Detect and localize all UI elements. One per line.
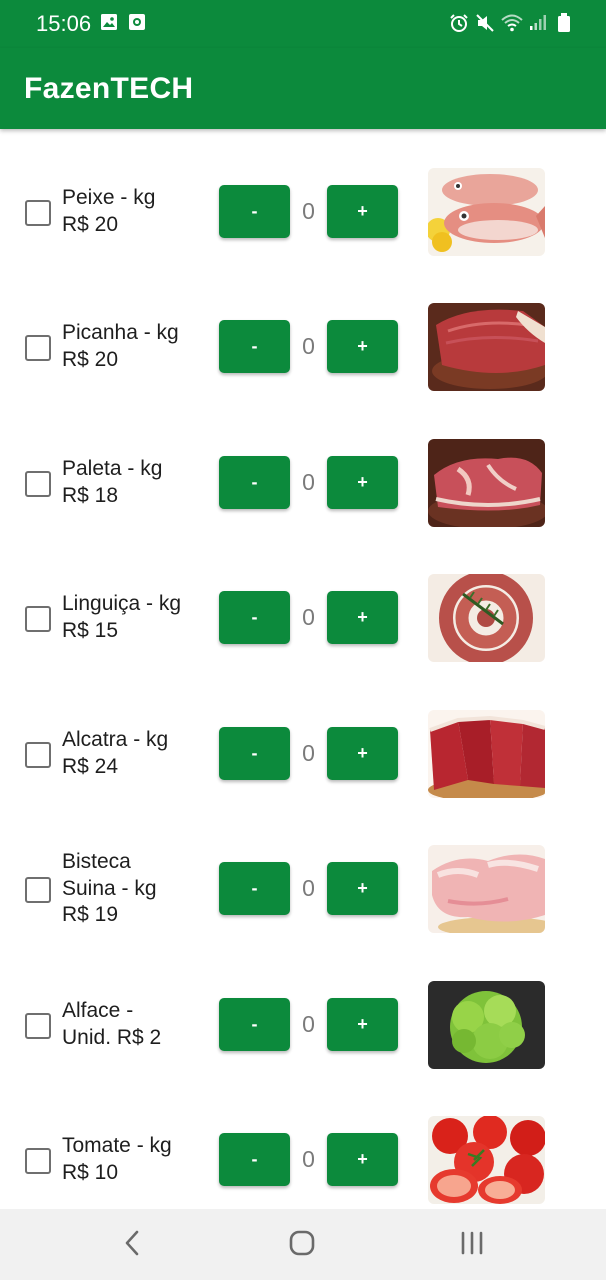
product-name: Picanha - kg R$ 20 [62,321,179,371]
increase-button[interactable]: + [327,727,398,780]
product-checkbox[interactable] [25,200,51,226]
product-name: Bisteca Suina - kg R$ 19 [62,850,157,926]
quantity-value: 0 [302,740,315,766]
navigation-bar [0,1209,606,1280]
product-row: Picanha - kg R$ 20 - 0 + [0,282,606,417]
mute-icon [475,13,495,38]
product-name: Tomate - kg R$ 10 [62,1134,172,1184]
image-icon [100,13,118,36]
status-bar: 15:06 [0,0,606,48]
decrease-button[interactable]: - [219,591,290,644]
screen-record-icon [128,13,146,36]
product-checkbox[interactable] [25,1148,51,1174]
decrease-button[interactable]: - [219,727,290,780]
quantity-value: 0 [302,469,315,495]
product-checkbox[interactable] [25,606,51,632]
product-checkbox[interactable] [25,742,51,768]
app-bar: FazenTECH [0,48,606,129]
back-icon[interactable] [121,1229,145,1262]
picanha-image [428,303,545,391]
quantity-value: 0 [302,604,315,630]
decrease-button[interactable]: - [219,185,290,238]
product-list[interactable]: Peixe - kg R$ 20 - 0 + Picanha - kg R$ 2… [0,129,606,1209]
fish-image [428,168,545,256]
sausage-image [428,574,545,662]
product-name: Peixe - kg R$ 20 [62,186,156,236]
tomato-image [428,1116,545,1204]
product-name: Paleta - kg R$ 18 [62,457,163,507]
product-checkbox[interactable] [25,1013,51,1039]
quantity-value: 0 [302,1011,315,1037]
quantity-value: 0 [302,198,315,224]
home-icon[interactable] [289,1229,315,1262]
product-checkbox[interactable] [25,335,51,361]
battery-icon [557,13,571,38]
increase-button[interactable]: + [327,591,398,644]
increase-button[interactable]: + [327,998,398,1051]
increase-button[interactable]: + [327,862,398,915]
wifi-icon [501,13,523,38]
product-name: Alface - Unid. R$ 2 [62,999,162,1049]
quantity-value: 0 [302,333,315,359]
alarm-icon [449,13,469,38]
quantity-value: 0 [302,1146,315,1172]
product-name: Linguiça - kg R$ 15 [62,592,182,642]
product-row: Linguiça - kg R$ 15 - 0 + [0,553,606,688]
pork-chop-image [428,845,545,933]
product-checkbox[interactable] [25,471,51,497]
app-title: FazenTECH [24,72,194,105]
increase-button[interactable]: + [327,185,398,238]
product-name: Alcatra - kg R$ 24 [62,728,169,778]
product-checkbox[interactable] [25,877,51,903]
decrease-button[interactable]: - [219,456,290,509]
increase-button[interactable]: + [327,320,398,373]
decrease-button[interactable]: - [219,998,290,1051]
product-row: Tomate - kg R$ 10 - 0 + [0,1095,606,1209]
decrease-button[interactable]: - [219,1133,290,1186]
quantity-value: 0 [302,875,315,901]
product-row: Alface - Unid. R$ 2 - 0 + [0,960,606,1095]
paleta-image [428,439,545,527]
alcatra-image [428,710,545,798]
decrease-button[interactable]: - [219,320,290,373]
increase-button[interactable]: + [327,456,398,509]
recent-apps-icon[interactable] [459,1229,485,1262]
product-row: Bisteca Suina - kg R$ 19 - 0 + [0,824,606,959]
product-row: Peixe - kg R$ 20 - 0 + [0,147,606,282]
decrease-button[interactable]: - [219,862,290,915]
product-row: Alcatra - kg R$ 24 - 0 + [0,689,606,824]
product-row: Paleta - kg R$ 18 - 0 + [0,418,606,553]
signal-icon [529,13,547,36]
status-time: 15:06 [36,11,92,36]
increase-button[interactable]: + [327,1133,398,1186]
lettuce-image [428,981,545,1069]
